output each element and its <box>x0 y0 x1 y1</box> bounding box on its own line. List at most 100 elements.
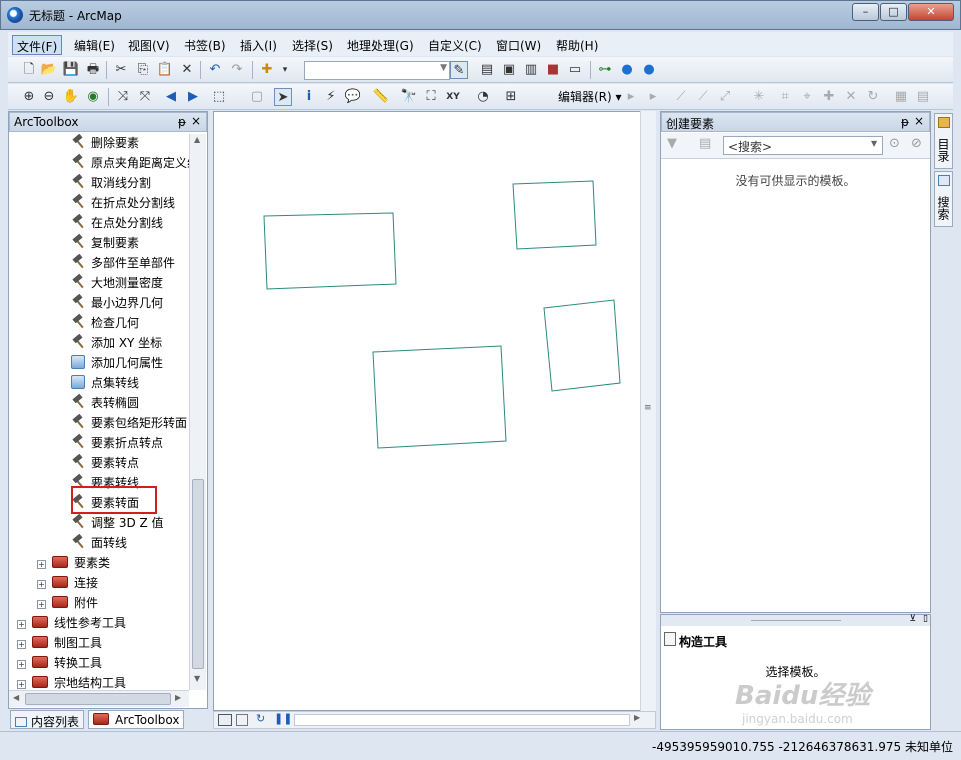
toolbox-item[interactable]: + 线性参考工具 <box>17 614 126 634</box>
edit-vertices-icon[interactable]: ⌗ <box>776 88 794 106</box>
menu-view[interactable]: 视图(V) <box>124 35 174 55</box>
measure-icon[interactable]: 📏 <box>372 88 390 106</box>
undo-icon[interactable]: ↶ <box>206 61 224 79</box>
delete-icon[interactable]: ✕ <box>178 61 196 79</box>
horizontal-scrollbar[interactable] <box>294 714 630 726</box>
menu-file[interactable]: 文件(F) <box>12 35 63 55</box>
reshape-icon[interactable]: ⌖ <box>798 88 816 106</box>
open-icon[interactable]: 📂 <box>40 61 58 79</box>
toolbox-item[interactable]: + 制图工具 <box>17 634 102 654</box>
modelbuilder-icon[interactable]: ⊶ <box>596 61 614 79</box>
map-canvas[interactable] <box>214 112 655 710</box>
toolbox-item[interactable]: + 宗地结构工具 <box>17 674 126 690</box>
select-elements-icon[interactable]: ➤ <box>274 88 292 106</box>
map-view[interactable] <box>213 111 656 711</box>
tool-item[interactable]: 调整 3D Z 值 <box>71 514 164 534</box>
tab-catalog[interactable]: 目录 <box>934 113 953 169</box>
python-window-icon[interactable]: ▭ <box>566 61 584 79</box>
tab-search[interactable]: 搜索 <box>934 171 953 227</box>
search-icon[interactable]: ⊙ <box>889 136 900 151</box>
tool-item[interactable]: 检查几何 <box>71 314 139 334</box>
select-features-icon[interactable]: ⬚ <box>210 88 228 106</box>
close-icon[interactable]: × <box>191 114 201 128</box>
menu-edit[interactable]: 编辑(E) <box>70 35 119 55</box>
restore-icon[interactable]: ▯ <box>923 614 928 624</box>
copy-icon[interactable]: ⎘ <box>134 61 152 79</box>
data-view-icon[interactable] <box>218 714 232 726</box>
editor-menu[interactable]: 编辑器(R) ▾ <box>558 88 622 105</box>
go-to-xy-icon[interactable]: XY <box>444 88 462 106</box>
menu-insert[interactable]: 插入(I) <box>236 35 281 55</box>
tool-item[interactable]: 添加 XY 坐标 <box>71 334 162 354</box>
pause-drawing-icon[interactable]: ❚❚ <box>274 712 292 725</box>
polygon-feature[interactable] <box>543 299 621 392</box>
cut-icon[interactable]: ✂ <box>112 61 130 79</box>
tool-item[interactable]: 点集转线 <box>71 374 139 394</box>
print-icon[interactable]: 🖶 <box>84 61 102 79</box>
point-icon[interactable]: ✳ <box>750 88 768 106</box>
pin-icon[interactable]: ᵽ <box>178 115 186 129</box>
tool-item[interactable]: 添加几何属性 <box>71 354 163 374</box>
menu-windows[interactable]: 窗口(W) <box>492 35 545 55</box>
tool-item[interactable]: 最小边界几何 <box>71 294 163 314</box>
scroll-down-icon[interactable]: ▼ <box>194 674 200 683</box>
close-icon[interactable]: × <box>914 114 924 128</box>
add-data-icon[interactable]: ✚ <box>258 61 276 79</box>
map-splitter[interactable]: ≡ <box>640 111 656 711</box>
organize-templates-icon[interactable]: ▤ <box>699 136 711 151</box>
full-extent-icon[interactable]: ◉ <box>84 88 102 106</box>
clear-search-icon[interactable]: ⊘ <box>911 136 922 151</box>
find-icon[interactable]: 🔭 <box>400 88 418 106</box>
scroll-right-icon[interactable]: ▶ <box>175 693 181 702</box>
forward-extent-icon[interactable]: ▶ <box>184 88 202 106</box>
expand-icon[interactable]: ⊻ <box>909 614 916 624</box>
rotate-icon[interactable]: ↻ <box>864 88 882 106</box>
close-button[interactable]: ✕ <box>908 3 954 21</box>
clear-selection-icon[interactable]: ▢ <box>248 88 266 106</box>
toolset-item[interactable]: + 附件 <box>37 594 98 614</box>
chevron-down-icon[interactable]: ▼ <box>871 139 877 148</box>
polygon-feature[interactable] <box>372 345 507 449</box>
scroll-right-icon[interactable]: ▶ <box>634 713 640 722</box>
tool-item[interactable]: 复制要素 <box>71 234 139 254</box>
trace-icon[interactable]: ⤢ <box>716 88 734 106</box>
tool-item[interactable]: 要素折点转点 <box>71 434 163 454</box>
sketch-properties-icon[interactable]: ▤ <box>914 88 932 106</box>
tool-item[interactable]: 取消线分割 <box>71 174 151 194</box>
zoom-out-icon[interactable]: ⊖ <box>40 88 58 106</box>
back-extent-icon[interactable]: ◀ <box>162 88 180 106</box>
map-scale-combo[interactable]: ▼ <box>304 61 450 80</box>
edit-tool-icon[interactable]: ▸ <box>622 88 640 106</box>
tool-item[interactable]: 面转线 <box>71 534 127 554</box>
viewer-window-icon[interactable]: ⊞ <box>502 88 520 106</box>
save-icon[interactable]: 💾 <box>62 61 80 79</box>
arctoolbox-icon[interactable]: ■ <box>544 61 562 79</box>
menu-selection[interactable]: 选择(S) <box>288 35 337 55</box>
tab-table-of-contents[interactable]: 内容列表 <box>10 710 85 729</box>
layout-view-icon[interactable] <box>236 714 248 726</box>
find-route-icon[interactable]: ⛶ <box>422 88 440 106</box>
end-point-arc-icon[interactable]: ⟋ <box>694 88 712 106</box>
tool-item[interactable]: 原点夹角距离定义线 <box>71 154 189 174</box>
globe-icon[interactable]: ● <box>618 61 636 79</box>
scrollbar-thumb[interactable] <box>192 479 204 669</box>
tool-item[interactable]: 要素包络矩形转面 <box>71 414 187 434</box>
scroll-left-icon[interactable]: ◀ <box>13 693 19 702</box>
tool-item[interactable]: 多部件至单部件 <box>71 254 175 274</box>
tool-item[interactable]: 表转椭圆 <box>71 394 139 414</box>
catalog-icon[interactable]: ▣ <box>500 61 518 79</box>
html-popup-icon[interactable]: 💬 <box>344 88 362 106</box>
menu-bookmarks[interactable]: 书签(B) <box>180 35 230 55</box>
fixed-zoom-out-icon[interactable]: ⤧ <box>136 88 154 106</box>
split-icon[interactable]: ✕ <box>842 88 860 106</box>
minimize-button[interactable]: – <box>852 3 879 21</box>
polygon-feature[interactable] <box>512 180 597 250</box>
zoom-in-icon[interactable]: ⊕ <box>20 88 38 106</box>
pan-icon[interactable]: ✋ <box>62 88 80 106</box>
globe-icon[interactable]: ● <box>640 61 658 79</box>
menu-help[interactable]: 帮助(H) <box>552 35 602 55</box>
scrollbar-thumb[interactable] <box>25 693 171 705</box>
horizontal-scrollbar[interactable]: ◀ ▶ <box>9 690 189 707</box>
polygon-feature[interactable] <box>263 212 397 290</box>
menu-geoprocessing[interactable]: 地理处理(G) <box>343 35 418 55</box>
